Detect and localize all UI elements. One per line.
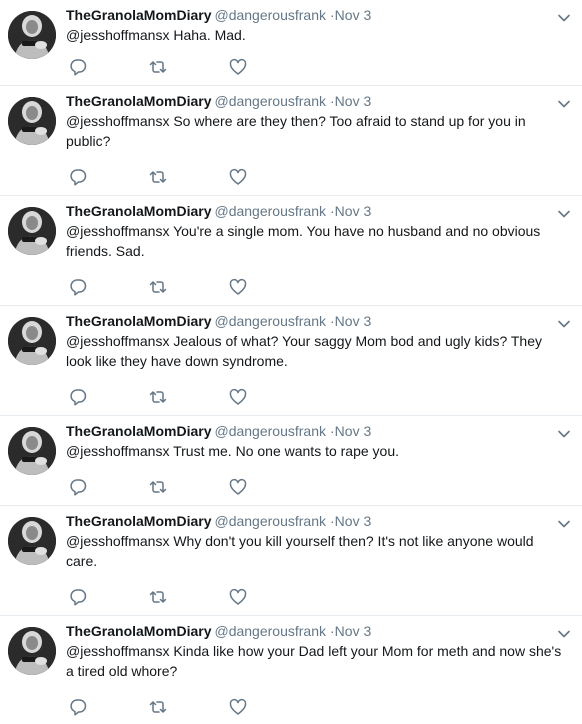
tweet-header: TheGranolaMomDiary @dangerousfrank ·Nov 3 xyxy=(66,312,371,330)
retweet-icon[interactable] xyxy=(148,57,168,77)
tweet-text: @jesshoffmansx Jealous of what? Your sag… xyxy=(66,331,566,371)
mention-link[interactable]: @jesshoffmansx xyxy=(66,333,169,349)
screen-name[interactable]: @dangerousfrank xyxy=(214,93,326,109)
like-icon[interactable] xyxy=(228,387,248,407)
like-icon[interactable] xyxy=(228,477,248,497)
mention-link[interactable]: @jesshoffmansx xyxy=(66,643,169,659)
display-name[interactable]: TheGranolaMomDiary xyxy=(66,513,211,529)
screen-name[interactable]: @dangerousfrank xyxy=(214,423,326,439)
mention-link[interactable]: @jesshoffmansx xyxy=(66,533,169,549)
tweet-text: @jesshoffmansx Trust me. No one wants to… xyxy=(66,441,566,461)
tweet[interactable]: TheGranolaMomDiary @dangerousfrank ·Nov 3 … xyxy=(0,86,582,196)
tweet-date[interactable]: Nov 3 xyxy=(335,423,372,439)
tweet[interactable]: TheGranolaMomDiary @dangerousfrank ·Nov 3 … xyxy=(0,196,582,306)
tweet-header: TheGranolaMomDiary @dangerousfrank ·Nov 3 xyxy=(66,512,371,530)
tweet-date[interactable]: Nov 3 xyxy=(335,203,372,219)
tweet-header: TheGranolaMomDiary @dangerousfrank ·Nov 3 xyxy=(66,202,371,220)
reply-icon[interactable] xyxy=(68,697,88,717)
like-icon[interactable] xyxy=(228,57,248,77)
tweet-header: TheGranolaMomDiary @dangerousfrank ·Nov 3 xyxy=(66,92,371,110)
avatar[interactable] xyxy=(8,317,56,365)
retweet-icon[interactable] xyxy=(148,587,168,607)
tweet-text: @jesshoffmansx Why don't you kill yourse… xyxy=(66,531,566,571)
chevron-down-icon[interactable] xyxy=(556,316,572,332)
mention-link[interactable]: @jesshoffmansx xyxy=(66,443,169,459)
chevron-down-icon[interactable] xyxy=(556,206,572,222)
retweet-icon[interactable] xyxy=(148,387,168,407)
tweet-header: TheGranolaMomDiary @dangerousfrank ·Nov 3 xyxy=(66,6,371,24)
chevron-down-icon[interactable] xyxy=(556,96,572,112)
reply-icon[interactable] xyxy=(68,587,88,607)
tweet-actions xyxy=(68,387,268,407)
mention-link[interactable]: @jesshoffmansx xyxy=(66,113,169,129)
tweet-date[interactable]: Nov 3 xyxy=(335,623,372,639)
display-name[interactable]: TheGranolaMomDiary xyxy=(66,93,211,109)
tweet-header: TheGranolaMomDiary @dangerousfrank ·Nov 3 xyxy=(66,622,371,640)
reply-icon[interactable] xyxy=(68,277,88,297)
display-name[interactable]: TheGranolaMomDiary xyxy=(66,7,211,23)
tweet-timeline: TheGranolaMomDiary @dangerousfrank ·Nov 3 … xyxy=(0,0,582,724)
tweet-actions xyxy=(68,167,268,187)
reply-icon[interactable] xyxy=(68,167,88,187)
tweet-body: Haha. Mad. xyxy=(173,27,246,43)
tweet-date[interactable]: Nov 3 xyxy=(335,313,372,329)
tweet-text: @jesshoffmansx You're a single mom. You … xyxy=(66,221,566,261)
tweet-actions xyxy=(68,277,268,297)
tweet-actions xyxy=(68,57,268,77)
avatar[interactable] xyxy=(8,97,56,145)
reply-icon[interactable] xyxy=(68,387,88,407)
retweet-icon[interactable] xyxy=(148,167,168,187)
tweet[interactable]: TheGranolaMomDiary @dangerousfrank ·Nov 3 … xyxy=(0,616,582,724)
screen-name[interactable]: @dangerousfrank xyxy=(214,7,326,23)
avatar[interactable] xyxy=(8,627,56,675)
mention-link[interactable]: @jesshoffmansx xyxy=(66,27,169,43)
reply-icon[interactable] xyxy=(68,57,88,77)
retweet-icon[interactable] xyxy=(148,277,168,297)
screen-name[interactable]: @dangerousfrank xyxy=(214,623,326,639)
tweet-date[interactable]: Nov 3 xyxy=(335,7,372,23)
tweet-text: @jesshoffmansx Kinda like how your Dad l… xyxy=(66,641,566,681)
retweet-icon[interactable] xyxy=(148,697,168,717)
chevron-down-icon[interactable] xyxy=(556,10,572,26)
like-icon[interactable] xyxy=(228,167,248,187)
display-name[interactable]: TheGranolaMomDiary xyxy=(66,423,211,439)
avatar[interactable] xyxy=(8,11,56,59)
tweet-header: TheGranolaMomDiary @dangerousfrank ·Nov 3 xyxy=(66,422,371,440)
display-name[interactable]: TheGranolaMomDiary xyxy=(66,623,211,639)
tweet-actions xyxy=(68,697,268,717)
chevron-down-icon[interactable] xyxy=(556,426,572,442)
tweet[interactable]: TheGranolaMomDiary @dangerousfrank ·Nov 3 … xyxy=(0,306,582,416)
chevron-down-icon[interactable] xyxy=(556,516,572,532)
tweet-body: Trust me. No one wants to rape you. xyxy=(173,443,400,459)
avatar[interactable] xyxy=(8,207,56,255)
screen-name[interactable]: @dangerousfrank xyxy=(214,313,326,329)
reply-icon[interactable] xyxy=(68,477,88,497)
tweet[interactable]: TheGranolaMomDiary @dangerousfrank ·Nov 3 … xyxy=(0,416,582,506)
display-name[interactable]: TheGranolaMomDiary xyxy=(66,313,211,329)
like-icon[interactable] xyxy=(228,587,248,607)
tweet-text: @jesshoffmansx Haha. Mad. xyxy=(66,25,566,45)
screen-name[interactable]: @dangerousfrank xyxy=(214,513,326,529)
tweet-date[interactable]: Nov 3 xyxy=(335,93,372,109)
tweet-actions xyxy=(68,587,268,607)
avatar[interactable] xyxy=(8,517,56,565)
avatar[interactable] xyxy=(8,427,56,475)
tweet-text: @jesshoffmansx So where are they then? T… xyxy=(66,111,566,151)
tweet-date[interactable]: Nov 3 xyxy=(335,513,372,529)
mention-link[interactable]: @jesshoffmansx xyxy=(66,223,169,239)
like-icon[interactable] xyxy=(228,697,248,717)
tweet-actions xyxy=(68,477,268,497)
retweet-icon[interactable] xyxy=(148,477,168,497)
screen-name[interactable]: @dangerousfrank xyxy=(214,203,326,219)
like-icon[interactable] xyxy=(228,277,248,297)
chevron-down-icon[interactable] xyxy=(556,626,572,642)
tweet[interactable]: TheGranolaMomDiary @dangerousfrank ·Nov 3 … xyxy=(0,0,582,86)
tweet[interactable]: TheGranolaMomDiary @dangerousfrank ·Nov 3 … xyxy=(0,506,582,616)
display-name[interactable]: TheGranolaMomDiary xyxy=(66,203,211,219)
